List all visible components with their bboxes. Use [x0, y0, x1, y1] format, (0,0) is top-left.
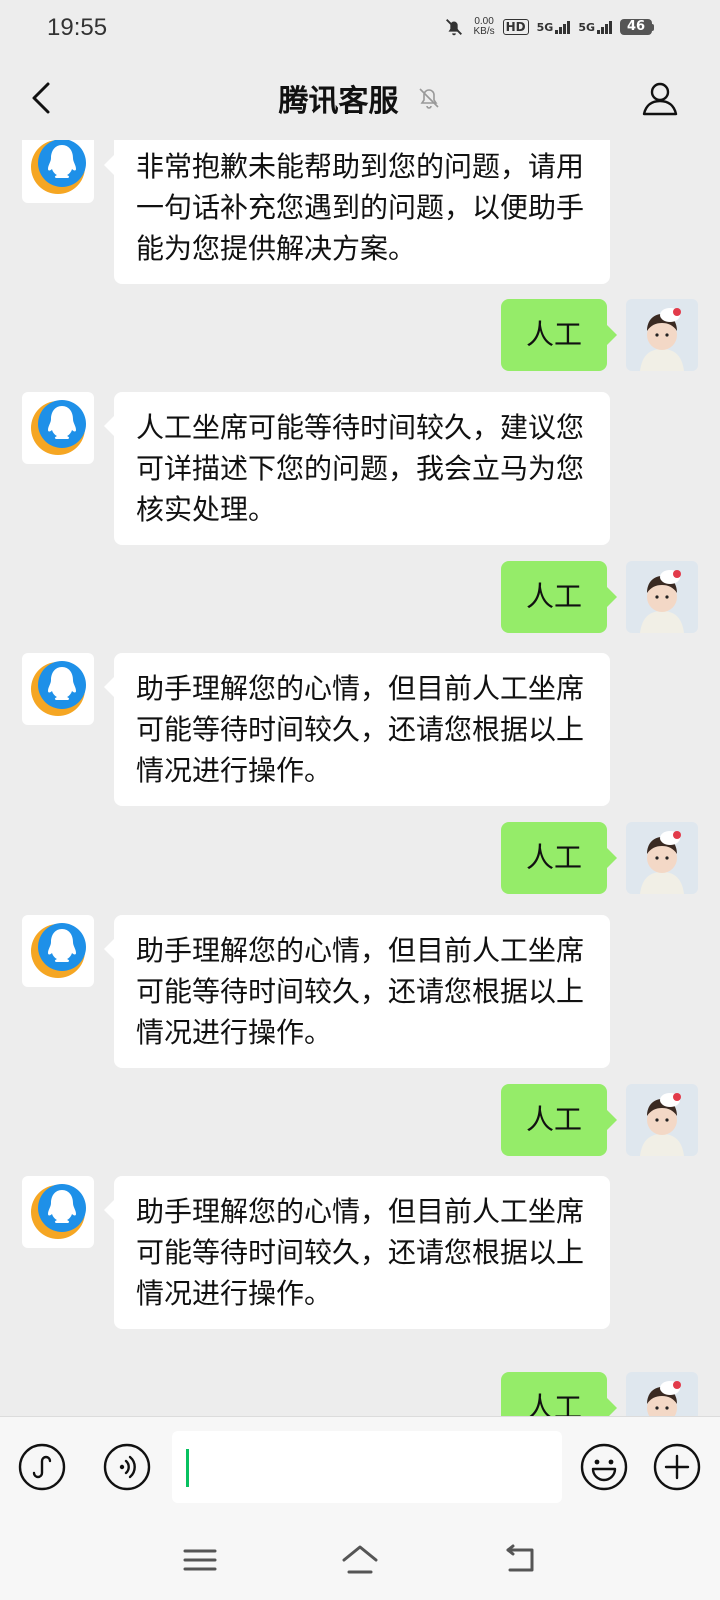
- signal-bars-icon: [597, 20, 612, 34]
- message-bubble[interactable]: 非常抱歉未能帮助到您的问题，请用一句话补充您遇到的问题，以便助手能为您提供解决方…: [104, 140, 610, 284]
- qq-logo-icon: [31, 1184, 86, 1239]
- back-nav-icon[interactable]: [500, 1542, 540, 1578]
- user-photo-icon: [626, 299, 698, 371]
- qq-logo-icon: [31, 140, 86, 194]
- bot-avatar[interactable]: [22, 653, 94, 725]
- message-bubble[interactable]: 人工: [501, 1372, 617, 1416]
- net-speed-unit: KB/s: [473, 26, 495, 37]
- bot-avatar[interactable]: [22, 1176, 94, 1248]
- system-navigation-bar: [0, 1520, 720, 1600]
- message-bubble[interactable]: 助手理解您的心情，但目前人工坐席可能等待时间较久，还请您根据以上情况进行操作。: [104, 1176, 610, 1329]
- user-avatar[interactable]: [626, 1084, 698, 1156]
- message-bubble[interactable]: 助手理解您的心情，但目前人工坐席可能等待时间较久，还请您根据以上情况进行操作。: [104, 915, 610, 1068]
- battery-level: 46: [620, 19, 652, 35]
- user-photo-icon: [626, 1084, 698, 1156]
- qq-logo-icon: [31, 661, 86, 716]
- plus-icon[interactable]: [653, 1443, 701, 1491]
- sim2-label: 5G: [578, 20, 595, 34]
- net-speed: 0.00 KB/s: [473, 17, 494, 37]
- sim1-signal: 5G: [536, 20, 571, 34]
- message-bubble[interactable]: 人工: [501, 561, 617, 633]
- hd-badge: HD: [502, 19, 529, 35]
- user-avatar[interactable]: [626, 299, 698, 371]
- bot-avatar[interactable]: [22, 140, 94, 203]
- message-bubble[interactable]: 人工: [501, 299, 617, 371]
- user-photo-icon: [626, 1372, 698, 1416]
- qq-logo-icon: [31, 400, 86, 455]
- voice-icon[interactable]: [103, 1443, 151, 1491]
- message-bubble[interactable]: 人工坐席可能等待时间较久，建议您可详描述下您的问题，我会立马为您核实处理。: [104, 392, 610, 545]
- user-photo-icon: [626, 561, 698, 633]
- input-bar: [0, 1416, 720, 1521]
- emoji-icon[interactable]: [580, 1443, 628, 1491]
- battery-icon: 46: [620, 19, 654, 35]
- mute-bell-status-icon: [446, 19, 463, 36]
- bot-avatar[interactable]: [22, 392, 94, 464]
- status-icons: 0.00 KB/s HD 5G 5G 46: [443, 16, 654, 38]
- user-avatar[interactable]: [626, 1372, 698, 1416]
- message-input[interactable]: [172, 1431, 562, 1503]
- mute-notification-icon: [418, 88, 439, 109]
- sim2-signal: 5G: [578, 20, 612, 34]
- chat-header: 腾讯客服: [0, 58, 720, 140]
- chat-title: 腾讯客服: [278, 84, 399, 119]
- message-bubble[interactable]: 人工: [501, 822, 617, 894]
- message-list[interactable]: 非常抱歉未能帮助到您的问题，请用一句话补充您遇到的问题，以便助手能为您提供解决方…: [0, 140, 720, 1416]
- bot-avatar[interactable]: [22, 915, 94, 987]
- mini-program-icon[interactable]: [18, 1443, 66, 1491]
- text-caret: [186, 1449, 189, 1487]
- message-bubble[interactable]: 助手理解您的心情，但目前人工坐席可能等待时间较久，还请您根据以上情况进行操作。: [104, 653, 610, 806]
- qq-logo-icon: [31, 923, 86, 978]
- status-time: 19:55: [47, 14, 108, 41]
- title-area: 腾讯客服: [0, 76, 720, 120]
- user-avatar[interactable]: [626, 561, 698, 633]
- profile-icon[interactable]: [640, 78, 680, 118]
- message-bubble[interactable]: 人工: [501, 1084, 617, 1156]
- user-avatar[interactable]: [626, 822, 698, 894]
- home-icon[interactable]: [340, 1542, 380, 1578]
- sim1-label: 5G: [536, 20, 554, 34]
- menu-icon[interactable]: [180, 1542, 220, 1578]
- signal-bars-icon: [555, 20, 571, 34]
- user-photo-icon: [626, 822, 698, 894]
- status-bar: 19:55 0.00 KB/s HD 5G 5G 46: [0, 0, 720, 58]
